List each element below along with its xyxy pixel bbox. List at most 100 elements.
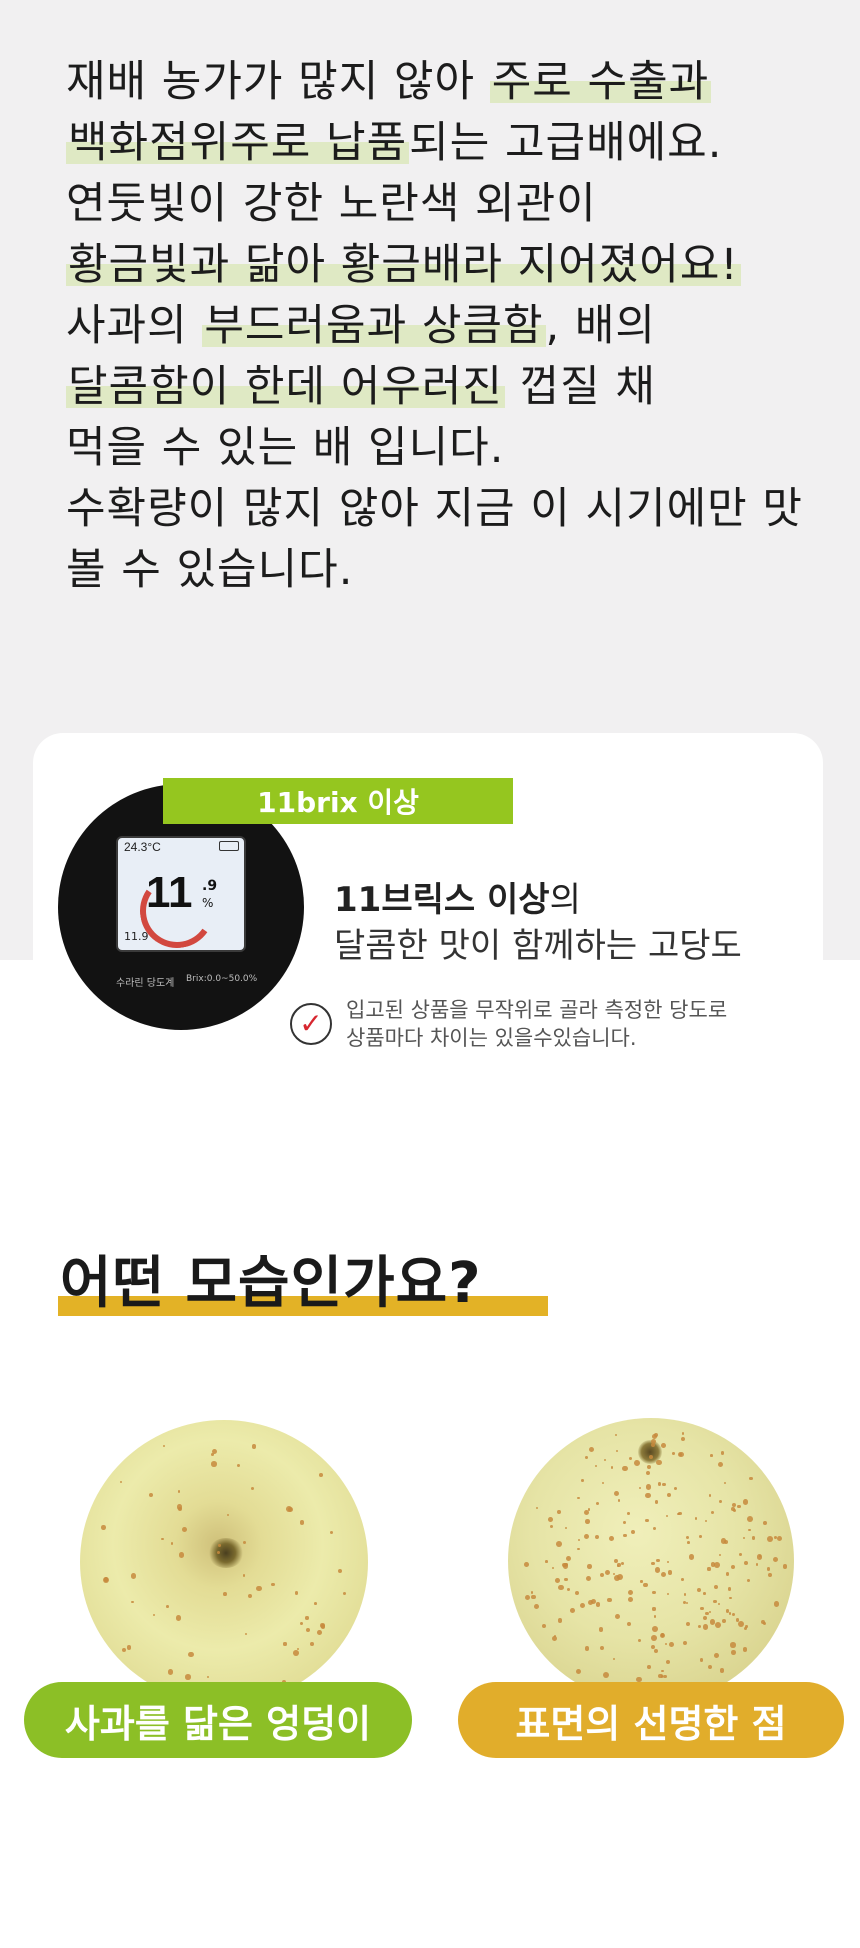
pear-speckle xyxy=(664,1642,668,1645)
intro-text-segment: 껍질 채 xyxy=(504,362,656,412)
pear-speckle xyxy=(654,1567,660,1573)
brix-note: 입고된 상품을 무작위로 골라 측정한 당도로 상품마다 차이는 있을수있습니다… xyxy=(346,996,727,1052)
pear-speckle xyxy=(549,1524,554,1529)
pear-speckle xyxy=(645,1492,652,1499)
pear-speckle xyxy=(652,1607,656,1611)
pear-speckle xyxy=(729,1596,732,1600)
pear-speckle xyxy=(627,1597,633,1603)
pear-speckle xyxy=(694,1516,698,1520)
pear-speckle xyxy=(720,1538,727,1544)
pear-speckle xyxy=(683,1592,687,1596)
pear-speckle xyxy=(700,1658,704,1662)
pear-speckle xyxy=(729,1612,732,1615)
pear-speckle xyxy=(669,1642,674,1648)
pear-speckle xyxy=(175,1615,182,1622)
pear-speckle xyxy=(719,1500,723,1504)
pear-speckle xyxy=(622,1465,628,1471)
pear-speckle xyxy=(651,1626,658,1632)
intro-text-segment: 볼 수 있습니다. xyxy=(66,545,354,595)
pear-speckle xyxy=(620,1562,624,1566)
pear-speckle xyxy=(714,1584,719,1589)
pear-speckle xyxy=(176,1504,182,1510)
pear-speckle xyxy=(742,1499,749,1505)
brix-tag: 11brix 이상 xyxy=(163,778,513,824)
pear-speckle xyxy=(773,1600,780,1607)
highlighted-text: 부드러움과 상큼함 xyxy=(202,301,546,351)
shape-section-title: 어떤 모습인가요? xyxy=(60,1251,482,1316)
pear-speckle xyxy=(251,1444,257,1449)
brix-title-rest: 의 xyxy=(549,880,581,920)
pear-speckle xyxy=(622,1520,626,1524)
pear-speckle xyxy=(609,1536,615,1542)
pear-speckle xyxy=(603,1672,610,1679)
pear-speckle xyxy=(305,1628,310,1633)
pear-speckle xyxy=(643,1582,648,1587)
pear-speckle xyxy=(126,1645,131,1650)
pear-speckle xyxy=(161,1538,164,1541)
pear-speckle xyxy=(730,1642,736,1648)
pear-speckle xyxy=(714,1562,721,1569)
highlighted-text: 황금빛과 닮아 황금배라 지어졌어요! xyxy=(66,240,741,290)
pear-speckle xyxy=(650,1561,655,1566)
pear-speckle xyxy=(206,1675,209,1678)
pear-speckle xyxy=(250,1486,255,1490)
pear-speckle xyxy=(223,1592,228,1597)
pear-speckle xyxy=(613,1490,619,1496)
pear-speckle xyxy=(652,1526,657,1531)
pear-speckle xyxy=(236,1463,240,1467)
pear-speckle xyxy=(703,1592,706,1595)
pear-speckle xyxy=(613,1558,619,1563)
pear-speckle xyxy=(612,1658,615,1661)
pear-speckle xyxy=(665,1659,671,1665)
pear-speckle xyxy=(700,1606,704,1611)
pear-speckle xyxy=(555,1578,560,1584)
pear-speckle xyxy=(244,1632,247,1635)
pear-speckle xyxy=(720,1451,725,1456)
intro-text-segment: , 배의 xyxy=(545,301,656,351)
pear-speckle xyxy=(580,1603,586,1609)
pear-speckle xyxy=(320,1623,325,1628)
pear-speckle xyxy=(660,1633,665,1637)
meter-temperature: 24.3°C xyxy=(124,840,161,854)
pear-speckle xyxy=(638,1638,642,1643)
pear-speckle xyxy=(666,1592,670,1596)
pear-speckle xyxy=(747,1515,753,1522)
pear-speckle xyxy=(601,1481,604,1485)
pear-speckle xyxy=(697,1588,702,1593)
pear-speckle xyxy=(585,1646,590,1651)
pear-speckle xyxy=(678,1511,682,1516)
pear-speckle xyxy=(293,1650,300,1656)
pear-speckle xyxy=(743,1536,746,1540)
pear-speckle xyxy=(749,1476,753,1481)
pear-speckle xyxy=(683,1640,688,1646)
pear-speckle xyxy=(588,1446,595,1453)
pear-speckle xyxy=(626,1512,630,1515)
pear-speckle xyxy=(615,1613,620,1619)
pear-speckle xyxy=(188,1651,194,1658)
pear-speckle xyxy=(299,1520,304,1525)
battery-icon xyxy=(219,841,239,851)
pear-speckle xyxy=(685,1621,690,1626)
pear-speckle xyxy=(755,1563,759,1566)
pear-speckle xyxy=(564,1526,568,1530)
pear-speckle xyxy=(101,1525,106,1530)
intro-line: 재배 농가가 많지 않아 주로 수출과 xyxy=(66,52,806,113)
intro-line: 백화점위주로 납품되는 고급배에요. xyxy=(66,113,806,174)
feature-label-dots: 표면의 선명한 점 xyxy=(458,1682,844,1758)
meter-unit: % xyxy=(202,896,214,910)
pear-speckle xyxy=(317,1629,322,1635)
pear-speckle xyxy=(565,1555,571,1561)
pear-speckle xyxy=(295,1591,299,1595)
pear-speckle xyxy=(681,1432,685,1435)
pear-speckle xyxy=(600,1646,605,1651)
pear-speckle xyxy=(585,1519,590,1524)
pear-speckle xyxy=(742,1647,748,1653)
pear-speckle xyxy=(587,1599,593,1606)
meter-screen: 24.3°C 11 .9 % 11.9 xyxy=(116,836,246,954)
pear-speckle xyxy=(738,1621,745,1628)
meter-brand-label: 수라린 당도계 xyxy=(116,978,175,989)
pear-speckle xyxy=(604,1570,610,1576)
pear-speckle xyxy=(708,1610,712,1613)
pear-speckle xyxy=(130,1573,136,1579)
pear-speckle xyxy=(653,1615,657,1618)
